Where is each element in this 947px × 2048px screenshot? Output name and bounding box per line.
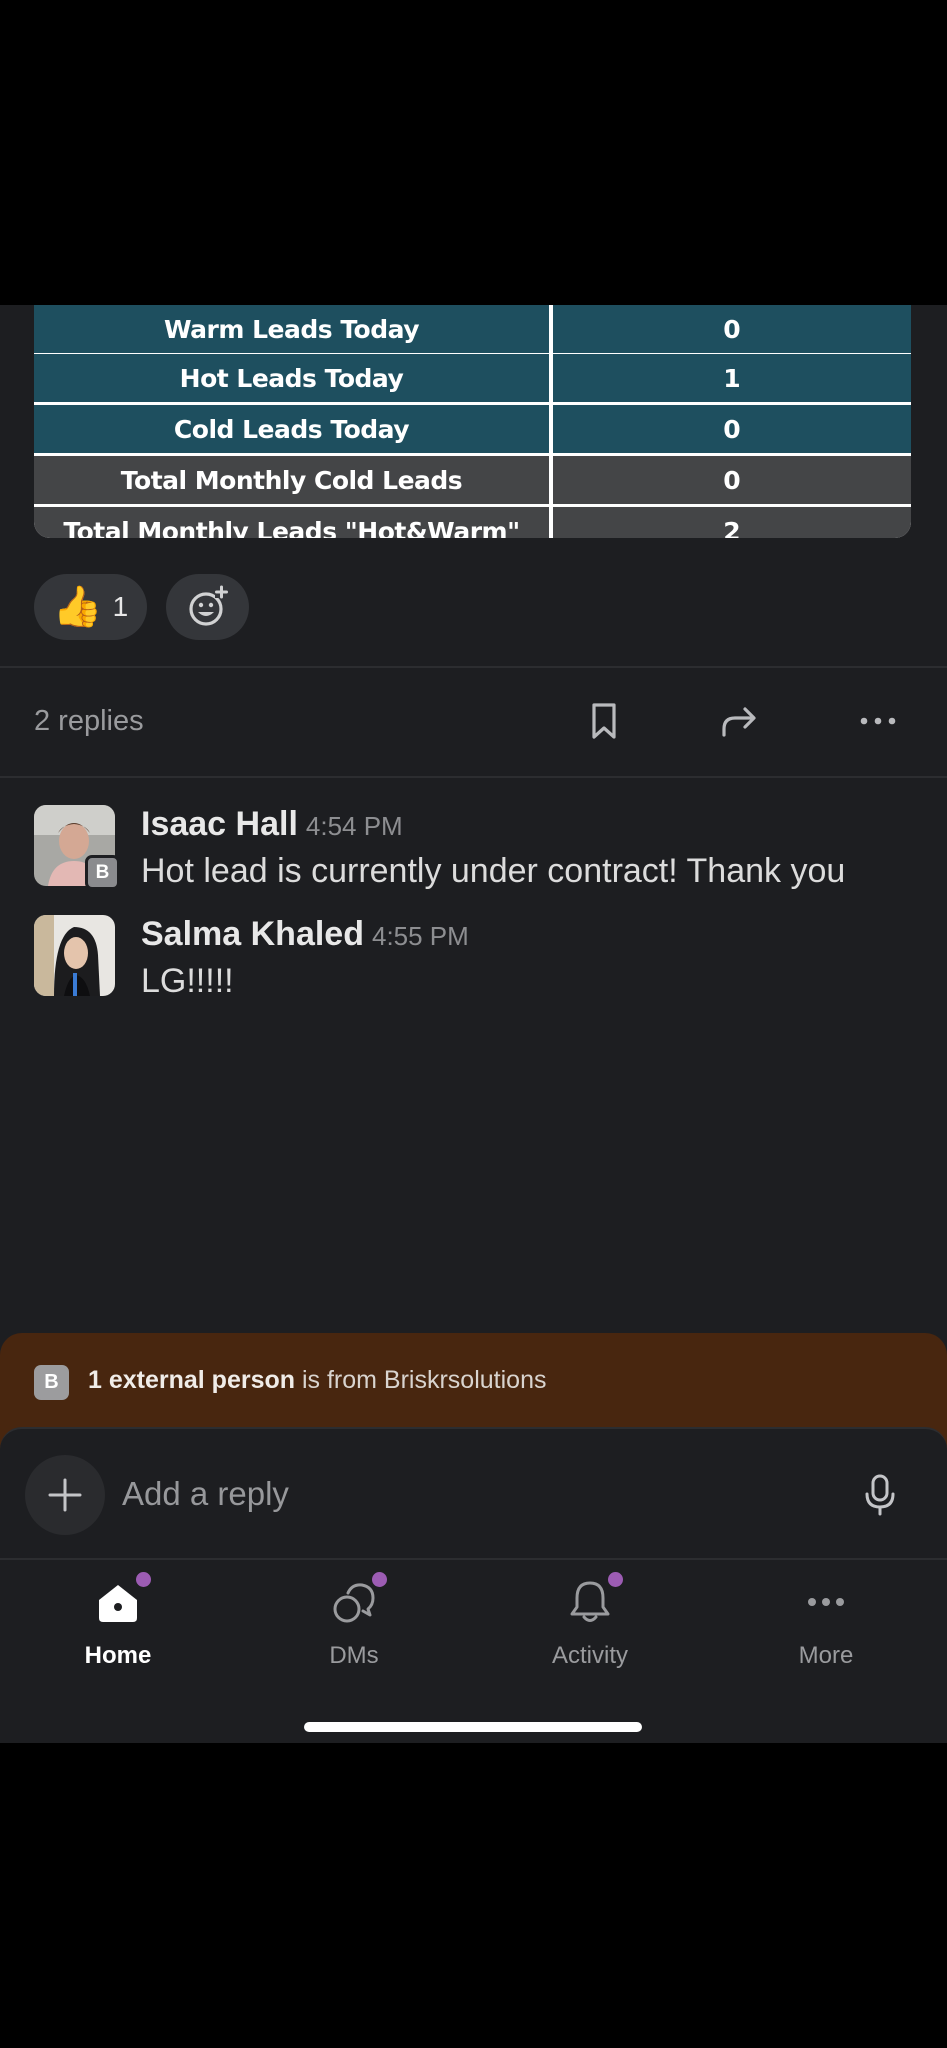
home-indicator[interactable] xyxy=(304,1722,642,1732)
divider xyxy=(0,666,947,668)
message-time: 4:54 PM xyxy=(305,811,403,841)
notification-dot xyxy=(372,1572,387,1587)
tab-dms[interactable]: DMs xyxy=(236,1560,472,1680)
tab-label: DMs xyxy=(329,1642,379,1669)
external-banner-text: 1 external person is from Briskrsolution… xyxy=(88,1366,547,1394)
thumbs-up-icon: 👍 xyxy=(52,584,103,630)
tab-more[interactable]: More xyxy=(708,1560,944,1680)
plus-icon xyxy=(48,1478,82,1512)
thumbs-up-reaction[interactable]: 👍 1 xyxy=(34,574,147,640)
message-time: 4:55 PM xyxy=(371,921,469,951)
table-cell-value: 1 xyxy=(553,354,911,402)
add-reaction-button[interactable] xyxy=(166,574,249,640)
microphone-icon[interactable] xyxy=(862,1473,898,1517)
reaction-count: 1 xyxy=(112,591,129,622)
table-row: Total Monthly Leads "Hot&Warm" 2 xyxy=(34,507,911,538)
tab-activity[interactable]: Activity xyxy=(472,1560,708,1680)
bottom-tab-bar: Home DMs Activity More xyxy=(0,1558,947,1743)
attach-button[interactable] xyxy=(25,1455,105,1535)
table-cell-label: Warm Leads Today xyxy=(34,305,549,353)
external-org-badge: B xyxy=(34,1365,69,1400)
table-cell-value: 2 xyxy=(553,507,911,538)
external-org-badge: B xyxy=(85,855,120,890)
bookmark-icon[interactable] xyxy=(582,699,626,743)
avatar[interactable] xyxy=(34,915,115,996)
table-row: Total Monthly Cold Leads 0 xyxy=(34,456,911,504)
tab-label: Home xyxy=(84,1642,152,1669)
more-icon xyxy=(808,1598,844,1606)
table-cell-label: Hot Leads Today xyxy=(34,354,549,402)
divider xyxy=(0,776,947,778)
table-row: Warm Leads Today 0 xyxy=(34,305,911,353)
home-icon xyxy=(99,1585,137,1622)
reply-input[interactable] xyxy=(122,1466,822,1522)
tab-home[interactable]: Home xyxy=(0,1560,236,1680)
author-name[interactable]: Salma Khaled xyxy=(141,915,364,953)
table-cell-value: 0 xyxy=(553,305,911,353)
tab-label: More xyxy=(798,1642,854,1669)
table-row: Hot Leads Today 1 xyxy=(34,354,911,402)
replies-count[interactable]: 2 replies xyxy=(34,705,144,738)
author-name[interactable]: Isaac Hall xyxy=(141,805,298,843)
tab-label: Activity xyxy=(551,1642,628,1669)
share-icon[interactable] xyxy=(718,699,762,743)
more-icon[interactable] xyxy=(856,699,900,743)
notification-dot xyxy=(608,1572,623,1587)
bell-icon xyxy=(570,1581,610,1622)
notification-dot xyxy=(136,1572,151,1587)
table-cell-label: Total Monthly Leads "Hot&Warm" xyxy=(34,507,549,538)
lead-report-table[interactable]: Warm Leads Today 0 Hot Leads Today 1 Col… xyxy=(34,305,911,538)
dms-icon xyxy=(333,1583,375,1623)
message-text: LG!!!!! xyxy=(141,962,234,1000)
table-cell-label: Total Monthly Cold Leads xyxy=(34,456,549,504)
table-cell-value: 0 xyxy=(553,405,911,453)
thread-view: Warm Leads Today 0 Hot Leads Today 1 Col… xyxy=(0,305,947,1743)
add-emoji-icon xyxy=(188,585,228,626)
table-cell-label: Cold Leads Today xyxy=(34,405,549,453)
reply-composer xyxy=(0,1427,947,1562)
message-text: Hot lead is currently under contract! Th… xyxy=(141,852,846,890)
table-cell-value: 0 xyxy=(553,456,911,504)
table-row: Cold Leads Today 0 xyxy=(34,405,911,453)
